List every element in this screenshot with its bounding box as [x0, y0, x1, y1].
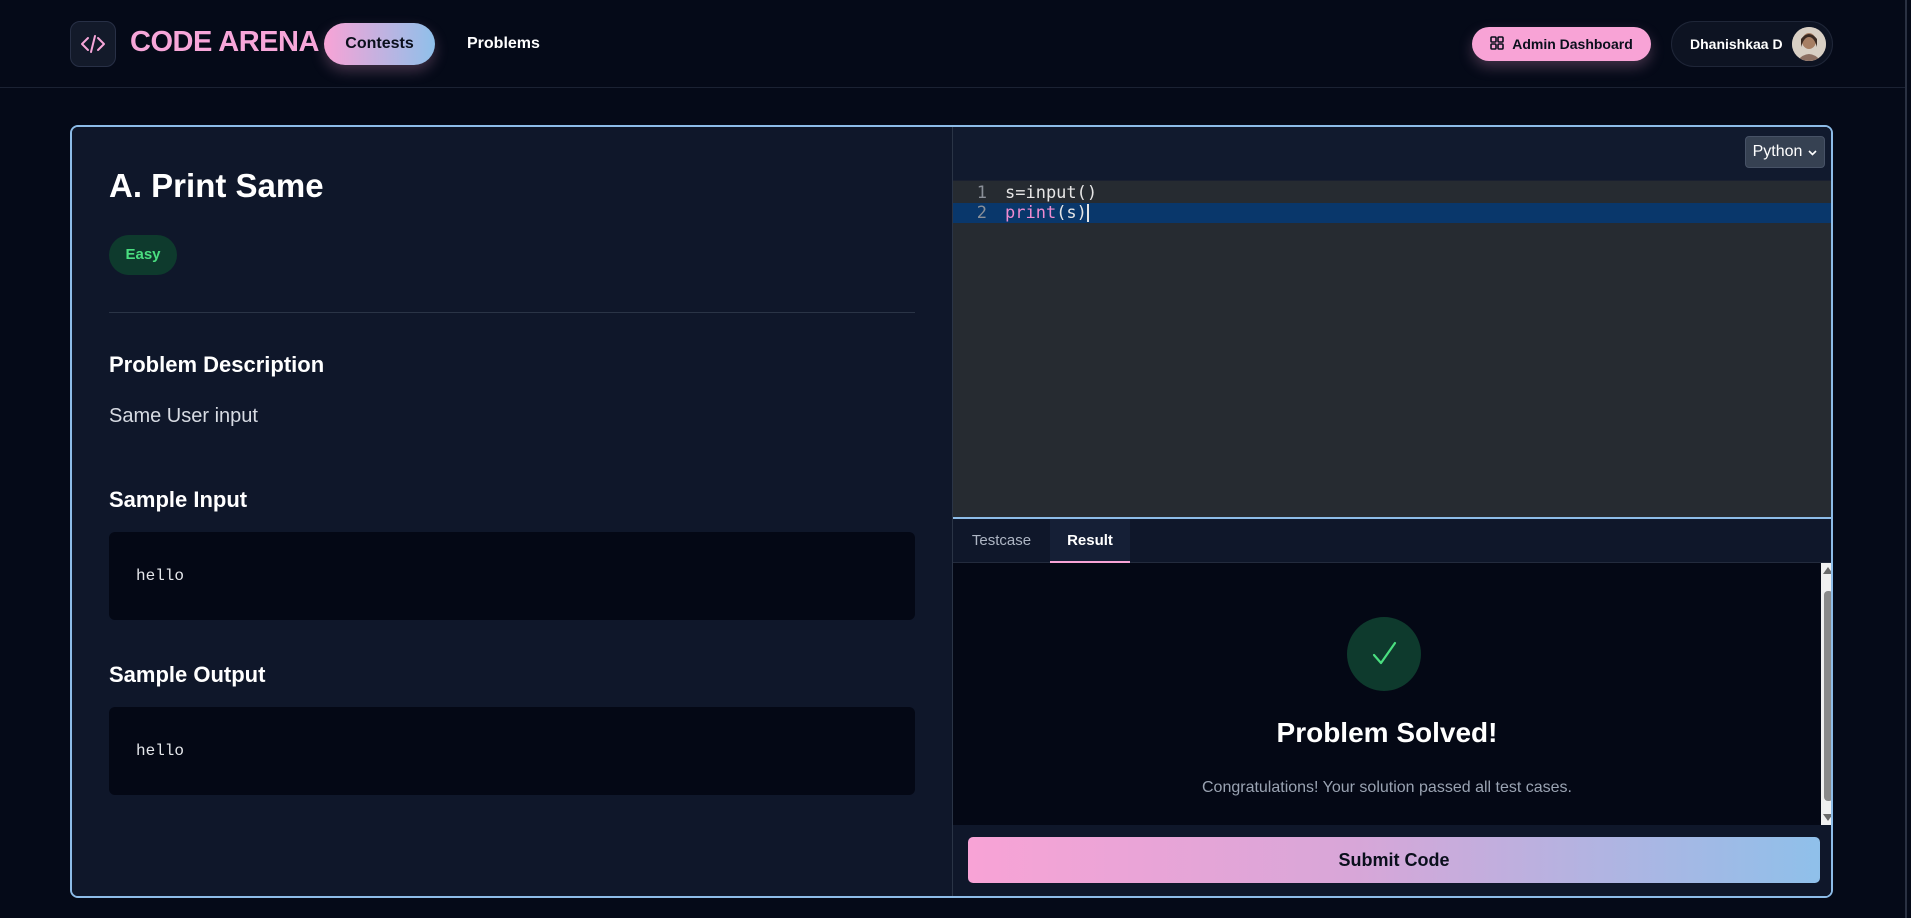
brand-name[interactable]: CODE ARENA	[130, 26, 319, 59]
result-title: Problem Solved!	[1276, 717, 1498, 748]
submit-area: Submit Code	[953, 825, 1831, 896]
user-name: Dhanishkaa D	[1690, 36, 1783, 52]
admin-dashboard-label: Admin Dashboard	[1512, 36, 1633, 52]
line-number: 1	[976, 183, 987, 203]
sample-output-heading: Sample Output	[109, 662, 266, 687]
language-select[interactable]: Python	[1745, 136, 1825, 168]
admin-dashboard-button[interactable]: Admin Dashboard	[1472, 27, 1651, 61]
description-heading: Problem Description	[109, 352, 325, 377]
result-tabs: Testcase Result	[953, 519, 1831, 563]
line-code[interactable]: print(s)	[1005, 203, 1089, 223]
keyword-token: print	[1005, 203, 1057, 223]
editor-panel: Python 1 s=input() 2 print(s) Testcase R…	[952, 127, 1831, 896]
line-code[interactable]: s=input()	[1005, 183, 1097, 203]
sample-output-block: hello	[109, 707, 915, 795]
result-scrollbar[interactable]	[1821, 563, 1831, 825]
scroll-thumb[interactable]	[1824, 591, 1831, 801]
submit-code-button[interactable]: Submit Code	[968, 837, 1820, 883]
sample-input-block: hello	[109, 532, 915, 620]
text-cursor	[1086, 204, 1089, 222]
check-icon	[1347, 617, 1421, 691]
line-number: 2	[976, 203, 987, 223]
chevron-down-icon	[1808, 143, 1817, 161]
scroll-up-icon[interactable]	[1823, 567, 1831, 574]
nav-problems-link[interactable]: Problems	[467, 23, 540, 65]
divider	[109, 312, 915, 313]
problem-workspace: A. Print Same Easy Problem Description S…	[70, 125, 1833, 898]
problem-panel: A. Print Same Easy Problem Description S…	[72, 127, 952, 896]
result-panel: Testcase Result Problem Solved! Congratu…	[953, 517, 1831, 896]
description-text: Same User input	[109, 405, 258, 427]
window-edge	[1905, 0, 1907, 918]
result-message: Congratulations! Your solution passed al…	[1201, 779, 1572, 796]
user-menu[interactable]: Dhanishkaa D	[1671, 21, 1833, 67]
code-editor[interactable]: 1 s=input() 2 print(s)	[953, 180, 1831, 517]
code-logo-icon[interactable]	[70, 21, 116, 67]
avatar	[1792, 27, 1826, 61]
code-line[interactable]: 1 s=input()	[953, 183, 1831, 203]
code-token: (s)	[1056, 203, 1087, 223]
editor-toolbar: Python	[953, 127, 1831, 180]
code-line-selected[interactable]: 2 print(s)	[953, 203, 1831, 223]
tab-result[interactable]: Result	[1050, 519, 1130, 563]
language-value: Python	[1752, 143, 1803, 160]
top-navbar: CODE ARENA Contests Problems Admin Dashb…	[0, 0, 1905, 88]
problem-title: A. Print Same	[109, 167, 324, 204]
result-body: Problem Solved! Congratulations! Your so…	[953, 563, 1821, 825]
sample-input-heading: Sample Input	[109, 487, 248, 512]
tab-testcase[interactable]: Testcase	[953, 519, 1050, 563]
nav-contests-button[interactable]: Contests	[324, 23, 435, 65]
dashboard-grid-icon	[1490, 35, 1505, 53]
scroll-down-icon[interactable]	[1823, 814, 1831, 821]
difficulty-badge: Easy	[109, 235, 177, 275]
